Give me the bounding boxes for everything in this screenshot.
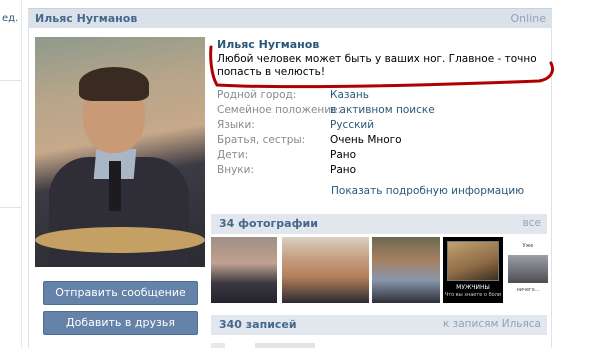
profile-photo[interactable] — [35, 37, 205, 267]
photo-desk — [35, 227, 205, 253]
meme-top-text: Уже — [522, 243, 534, 249]
info-value[interactable]: Казань — [330, 89, 369, 101]
info-value[interactable]: в активном поиске — [330, 104, 435, 116]
show-more-info-link[interactable]: Показать подробную информацию — [331, 185, 524, 197]
demotivator-caption: МУЖЧИНЫ — [456, 284, 490, 291]
divider — [0, 207, 22, 208]
info-label: Дети: — [217, 149, 249, 161]
photo-thumbnail[interactable] — [372, 237, 440, 303]
info-label: Внуки: — [217, 164, 254, 176]
wall-link[interactable]: к записям Ильяса — [443, 318, 541, 330]
divider — [0, 80, 22, 81]
online-status: Online — [510, 12, 546, 25]
meme-bottom-text: ничего... — [516, 287, 540, 293]
photo-tie — [109, 161, 121, 211]
wall-title[interactable]: 340 записей — [219, 318, 297, 331]
profile-header: Ильяс Нугманов Online — [28, 8, 552, 28]
photos-all-link[interactable]: все — [523, 217, 541, 229]
info-label: Семейное положение: — [217, 104, 342, 116]
header-name: Ильяс Нугманов — [35, 12, 138, 25]
profile-content: Отправить сообщение Добавить в друзья Ил… — [28, 28, 554, 348]
left-menu-text[interactable]: ед. — [2, 13, 18, 24]
photo-thumbnail[interactable] — [282, 237, 369, 303]
wall-post-preview[interactable] — [255, 343, 315, 348]
photos-title[interactable]: 34 фотографии — [219, 217, 318, 230]
info-value: Рано — [330, 164, 357, 176]
demotivator-subcaption: Что вы знаете о боли — [444, 292, 502, 298]
photo-thumbnail[interactable] — [211, 237, 277, 303]
wall-post-avatar[interactable] — [211, 343, 225, 348]
left-menu-fragment: ед. — [0, 0, 22, 348]
meme-image — [508, 255, 548, 283]
info-value: Очень Много — [330, 134, 402, 146]
info-value: Рано — [330, 149, 357, 161]
photo-thumbnail[interactable]: Уже ничего... — [506, 237, 550, 303]
red-annotation-mark — [209, 45, 554, 89]
add-friend-button[interactable]: Добавить в друзья — [43, 311, 198, 335]
info-label: Родной город: — [217, 89, 297, 101]
send-message-button[interactable]: Отправить сообщение — [43, 281, 198, 305]
photo-thumbnail[interactable]: МУЖЧИНЫ Что вы знаете о боли — [443, 237, 503, 303]
photos-section-header[interactable]: 34 фотографии все — [211, 214, 547, 234]
wall-section-header[interactable]: 340 записей к записям Ильяса — [211, 315, 547, 335]
info-label: Братья, сестры: — [217, 134, 306, 146]
photo-hair — [79, 67, 149, 101]
demotivator-image — [447, 241, 499, 281]
info-label: Языки: — [217, 119, 255, 131]
info-value[interactable]: Русский — [330, 119, 374, 131]
